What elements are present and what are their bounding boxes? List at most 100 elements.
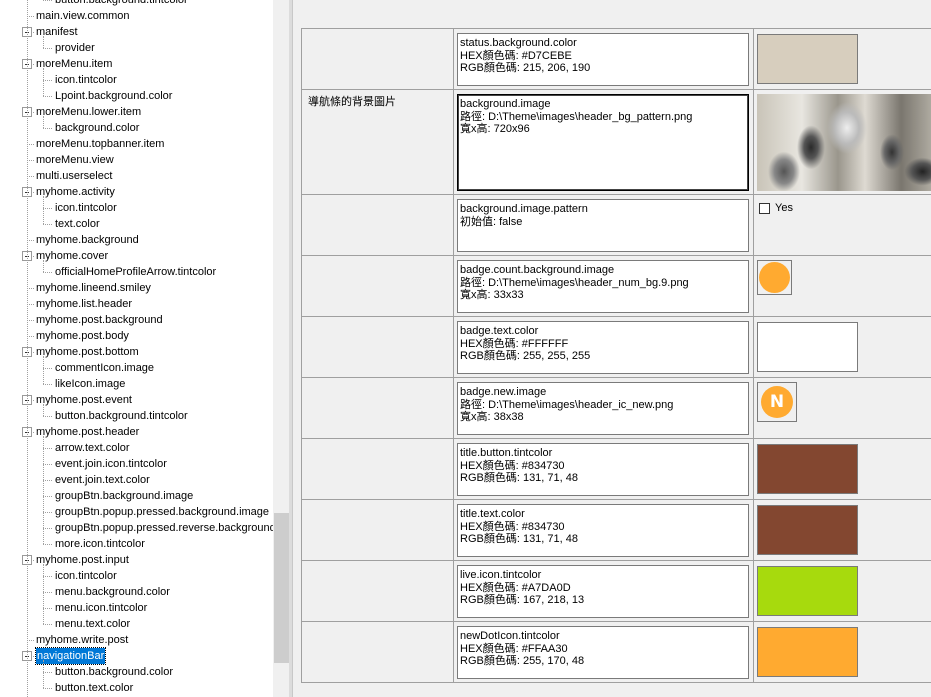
property-info-textbox[interactable]: status.background.color HEX顏色碼: #D7CEBE RG… <box>457 33 749 86</box>
tree-node-label[interactable]: button.background.tintcolor <box>55 0 188 8</box>
tree-node-label[interactable]: navigationBar <box>34 647 107 665</box>
color-swatch[interactable] <box>757 505 858 555</box>
property-info-textbox[interactable]: title.button.tintcolor HEX顏色碼: #834730 RGB… <box>457 443 749 496</box>
tree-node-label[interactable]: myhome.background <box>36 232 139 248</box>
tree-child-node[interactable]: event.join.icon.tintcolor <box>0 456 273 472</box>
tree-node-label[interactable]: myhome.cover <box>36 248 108 264</box>
tree-node[interactable]: myhome.activity <box>0 184 273 200</box>
tree-node-label[interactable]: officialHomeProfileArrow.tintcolor <box>55 264 216 280</box>
tree-node[interactable]: multi.userselect <box>0 168 273 184</box>
tree-node[interactable]: myhome.post.event <box>0 392 273 408</box>
tree-child-node[interactable]: likeIcon.image <box>0 376 273 392</box>
tree-node[interactable]: moreMenu.view <box>0 152 273 168</box>
tree-node-label[interactable]: moreMenu.lower.item <box>36 104 141 120</box>
tree-node-label[interactable]: arrow.text.color <box>55 440 130 456</box>
tree-node-label[interactable]: main.view.common <box>36 8 130 24</box>
tree-node[interactable]: navigationBar <box>0 647 273 665</box>
tree-node-label[interactable]: groupBtn.background.image <box>55 488 193 504</box>
tree-child-node[interactable]: arrow.text.color <box>0 440 273 456</box>
tree-child-node[interactable]: groupBtn.popup.pressed.reverse.backgroun… <box>0 520 279 536</box>
tree-child-node[interactable]: menu.background.color <box>0 584 273 600</box>
tree-node-label[interactable]: more.icon.tintcolor <box>55 536 145 552</box>
tree-node[interactable]: manifest <box>0 24 273 40</box>
tree-node-label[interactable]: groupBtn.popup.pressed.background.image <box>55 504 269 520</box>
tree-child-node[interactable]: button.text.color <box>0 680 273 696</box>
tree-node-label[interactable]: button.background.tintcolor <box>55 408 188 424</box>
property-info-textbox[interactable]: background.image.pattern 初始值: false <box>457 199 749 252</box>
tree-node[interactable]: moreMenu.topbanner.item <box>0 136 273 152</box>
tree-child-node[interactable]: menu.text.color <box>0 616 273 632</box>
tree-node[interactable]: myhome.background <box>0 232 273 248</box>
tree-node-label[interactable]: icon.tintcolor <box>55 200 117 216</box>
tree-node-label[interactable]: myhome.post.bottom <box>36 344 139 360</box>
tree-node-label[interactable]: button.background.color <box>55 664 173 680</box>
property-info-textbox[interactable]: background.image 路徑: D:\Theme\images\head… <box>457 94 749 191</box>
tree-child-node[interactable]: background.color <box>0 120 273 136</box>
tree-node-label[interactable]: commentIcon.image <box>55 360 154 376</box>
property-info-textbox[interactable]: badge.count.background.image 路徑: D:\Theme… <box>457 260 749 313</box>
tree-node-label[interactable]: menu.text.color <box>55 616 130 632</box>
tree-child-node[interactable]: icon.tintcolor <box>0 568 273 584</box>
tree-child-node[interactable]: menu.icon.tintcolor <box>0 600 273 616</box>
color-swatch[interactable] <box>757 627 858 677</box>
tree-child-node[interactable]: groupBtn.background.image <box>0 488 273 504</box>
tree-node-label[interactable]: myhome.post.body <box>36 328 129 344</box>
tree-node-label[interactable]: groupBtn.popup.pressed.reverse.backgroun… <box>55 520 279 536</box>
tree-node-label[interactable]: myhome.post.event <box>36 392 132 408</box>
tree-node-label[interactable]: background.color <box>55 120 139 136</box>
tree-node[interactable]: myhome.write.post <box>0 632 273 648</box>
color-swatch[interactable] <box>757 566 858 616</box>
tree-node[interactable]: myhome.post.body <box>0 328 273 344</box>
tree-child-node[interactable]: text.color <box>0 216 273 232</box>
tree-child-node[interactable]: commentIcon.image <box>0 360 273 376</box>
tree-node-label[interactable]: moreMenu.view <box>36 152 114 168</box>
tree-node[interactable]: moreMenu.lower.item <box>0 104 273 120</box>
tree-node-label[interactable]: menu.icon.tintcolor <box>55 600 147 616</box>
tree-node-label[interactable]: likeIcon.image <box>55 376 125 392</box>
color-swatch[interactable] <box>757 322 858 372</box>
tree-node-label[interactable]: multi.userselect <box>36 168 112 184</box>
tree-node-label[interactable]: text.color <box>55 216 100 232</box>
tree-node[interactable]: myhome.post.input <box>0 552 273 568</box>
tree-child-node[interactable]: icon.tintcolor <box>0 72 273 88</box>
tree-node-label[interactable]: moreMenu.topbanner.item <box>36 136 164 152</box>
pattern-checkbox[interactable] <box>759 203 770 214</box>
tree-node-label[interactable]: menu.background.color <box>55 584 170 600</box>
tree-node-label[interactable]: myhome.list.header <box>36 296 132 312</box>
tree-node-label[interactable]: myhome.activity <box>36 184 115 200</box>
tree-node-label[interactable]: icon.tintcolor <box>55 568 117 584</box>
property-info-textbox[interactable]: newDotIcon.tintcolor HEX顏色碼: #FFAA30 RGB顏色… <box>457 626 749 679</box>
tree-child-node[interactable]: groupBtn.popup.pressed.background.image <box>0 504 273 520</box>
tree-child-node[interactable]: officialHomeProfileArrow.tintcolor <box>0 264 273 280</box>
tree-child-node[interactable]: button.background.tintcolor <box>0 408 273 424</box>
tree-node[interactable]: myhome.post.bottom <box>0 344 273 360</box>
tree-node[interactable]: main.view.common <box>0 8 273 24</box>
tree-node[interactable]: myhome.post.header <box>0 424 273 440</box>
color-swatch[interactable] <box>757 34 858 84</box>
tree-node-label[interactable]: myhome.lineend.smiley <box>36 280 151 296</box>
tree-node-label[interactable]: myhome.write.post <box>36 632 128 648</box>
tree-node-label[interactable]: myhome.post.header <box>36 424 139 440</box>
property-info-textbox[interactable]: title.text.color HEX顏色碼: #834730 RGB顏色碼: 1… <box>457 504 749 557</box>
tree-node-label[interactable]: event.join.text.color <box>55 472 150 488</box>
tree-node-label[interactable]: myhome.post.background <box>36 312 163 328</box>
tree-node-label[interactable]: myhome.post.input <box>36 552 129 568</box>
tree-scrollbar-thumb[interactable] <box>274 513 289 663</box>
tree-node-label[interactable]: icon.tintcolor <box>55 72 117 88</box>
color-swatch[interactable] <box>757 444 858 494</box>
property-info-textbox[interactable]: live.icon.tintcolor HEX顏色碼: #A7DA0D RGB顏色碼… <box>457 565 749 618</box>
tree-child-node[interactable]: more.icon.tintcolor <box>0 536 273 552</box>
tree-node-label[interactable]: button.text.color <box>55 680 133 696</box>
tree-node-label[interactable]: moreMenu.item <box>36 56 112 72</box>
tree-node[interactable]: myhome.lineend.smiley <box>0 280 273 296</box>
tree-child-node[interactable]: icon.tintcolor <box>0 200 273 216</box>
tree-node-label[interactable]: provider <box>55 40 95 56</box>
tree-node-label[interactable]: Lpoint.background.color <box>55 88 172 104</box>
theme-tree-panel[interactable]: button.background.tintcolor main.view.com… <box>0 0 289 697</box>
tree-node-label[interactable]: event.join.icon.tintcolor <box>55 456 167 472</box>
tree-node[interactable]: moreMenu.item <box>0 56 273 72</box>
tree-child-node[interactable]: button.background.color <box>0 664 273 680</box>
tree-child-node[interactable]: event.join.text.color <box>0 472 273 488</box>
property-info-textbox[interactable]: badge.new.image 路徑: D:\Theme\images\heade… <box>457 382 749 435</box>
tree-node[interactable]: myhome.list.header <box>0 296 273 312</box>
